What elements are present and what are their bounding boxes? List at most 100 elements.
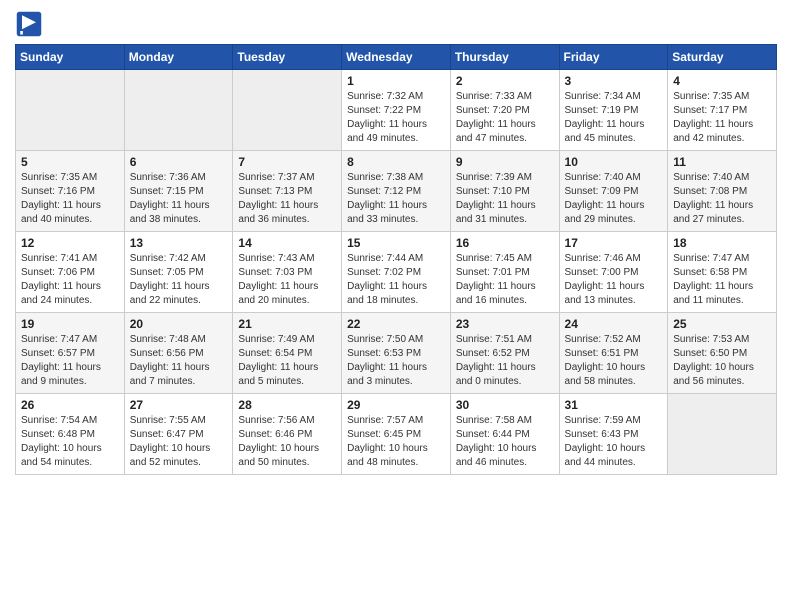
day-number: 4 — [673, 74, 771, 88]
day-number: 10 — [565, 155, 663, 169]
day-number: 24 — [565, 317, 663, 331]
weekday-header: Wednesday — [342, 45, 451, 70]
day-number: 12 — [21, 236, 119, 250]
calendar-cell: 16Sunrise: 7:45 AM Sunset: 7:01 PM Dayli… — [450, 232, 559, 313]
calendar-cell: 8 Sunrise: 7:38 AM Sunset: 7:12 PM Daylig… — [342, 151, 451, 232]
calendar-week-row: 19Sunrise: 7:47 AM Sunset: 6:57 PM Dayli… — [16, 313, 777, 394]
day-number: 21 — [238, 317, 336, 331]
day-info: Sunrise: 7:55 AM Sunset: 6:47 PM Dayligh… — [130, 414, 228, 470]
day-number: 28 — [238, 398, 336, 412]
calendar-cell — [233, 70, 342, 151]
calendar-cell: 14Sunrise: 7:43 AM Sunset: 7:03 PM Dayli… — [233, 232, 342, 313]
calendar-week-row: 1 Sunrise: 7:32 AM Sunset: 7:22 PM Daylig… — [16, 70, 777, 151]
day-info: Sunrise: 7:43 AM Sunset: 7:03 PM Dayligh… — [238, 252, 336, 308]
day-info: Sunrise: 7:38 AM Sunset: 7:12 PM Dayligh… — [347, 171, 445, 227]
day-number: 29 — [347, 398, 445, 412]
day-info: Sunrise: 7:42 AM Sunset: 7:05 PM Dayligh… — [130, 252, 228, 308]
calendar-cell: 19Sunrise: 7:47 AM Sunset: 6:57 PM Dayli… — [16, 313, 125, 394]
calendar-cell: 3 Sunrise: 7:34 AM Sunset: 7:19 PM Daylig… — [559, 70, 668, 151]
calendar-cell — [16, 70, 125, 151]
day-info: Sunrise: 7:59 AM Sunset: 6:43 PM Dayligh… — [565, 414, 663, 470]
calendar-cell: 26 Sunrise: 7:54 AM Sunset: 6:48 PM Dayli… — [16, 394, 125, 475]
calendar-cell: 6 Sunrise: 7:36 AM Sunset: 7:15 PM Daylig… — [124, 151, 233, 232]
day-info: Sunrise: 7:34 AM Sunset: 7:19 PM Dayligh… — [565, 90, 663, 146]
weekday-header: Friday — [559, 45, 668, 70]
day-number: 27 — [130, 398, 228, 412]
day-number: 2 — [456, 74, 554, 88]
calendar-cell: 25Sunrise: 7:53 AM Sunset: 6:50 PM Dayli… — [668, 313, 777, 394]
day-number: 30 — [456, 398, 554, 412]
day-info: Sunrise: 7:35 AM Sunset: 7:16 PM Dayligh… — [21, 171, 119, 227]
day-info: Sunrise: 7:39 AM Sunset: 7:10 PM Dayligh… — [456, 171, 554, 227]
calendar-week-row: 26 Sunrise: 7:54 AM Sunset: 6:48 PM Dayli… — [16, 394, 777, 475]
day-info: Sunrise: 7:53 AM Sunset: 6:50 PM Dayligh… — [673, 333, 771, 389]
calendar-cell: 5 Sunrise: 7:35 AM Sunset: 7:16 PM Daylig… — [16, 151, 125, 232]
day-number: 7 — [238, 155, 336, 169]
calendar-cell: 7 Sunrise: 7:37 AM Sunset: 7:13 PM Daylig… — [233, 151, 342, 232]
calendar-cell: 2 Sunrise: 7:33 AM Sunset: 7:20 PM Daylig… — [450, 70, 559, 151]
day-number: 5 — [21, 155, 119, 169]
calendar-cell: 24 Sunrise: 7:52 AM Sunset: 6:51 PM Dayli… — [559, 313, 668, 394]
day-info: Sunrise: 7:36 AM Sunset: 7:15 PM Dayligh… — [130, 171, 228, 227]
weekday-header: Saturday — [668, 45, 777, 70]
day-info: Sunrise: 7:58 AM Sunset: 6:44 PM Dayligh… — [456, 414, 554, 470]
day-number: 26 — [21, 398, 119, 412]
calendar-cell: 17Sunrise: 7:46 AM Sunset: 7:00 PM Dayli… — [559, 232, 668, 313]
calendar-cell: 4 Sunrise: 7:35 AM Sunset: 7:17 PM Daylig… — [668, 70, 777, 151]
calendar-week-row: 12 Sunrise: 7:41 AM Sunset: 7:06 PM Dayli… — [16, 232, 777, 313]
day-number: 17 — [565, 236, 663, 250]
calendar-cell: 1 Sunrise: 7:32 AM Sunset: 7:22 PM Daylig… — [342, 70, 451, 151]
calendar-cell: 11Sunrise: 7:40 AM Sunset: 7:08 PM Dayli… — [668, 151, 777, 232]
day-info: Sunrise: 7:48 AM Sunset: 6:56 PM Dayligh… — [130, 333, 228, 389]
calendar-cell — [668, 394, 777, 475]
day-number: 6 — [130, 155, 228, 169]
calendar-cell: 23 Sunrise: 7:51 AM Sunset: 6:52 PM Dayli… — [450, 313, 559, 394]
day-info: Sunrise: 7:52 AM Sunset: 6:51 PM Dayligh… — [565, 333, 663, 389]
day-info: Sunrise: 7:51 AM Sunset: 6:52 PM Dayligh… — [456, 333, 554, 389]
calendar-cell: 29 Sunrise: 7:57 AM Sunset: 6:45 PM Dayli… — [342, 394, 451, 475]
weekday-header: Thursday — [450, 45, 559, 70]
calendar-cell: 31 Sunrise: 7:59 AM Sunset: 6:43 PM Dayli… — [559, 394, 668, 475]
day-number: 18 — [673, 236, 771, 250]
weekday-header: Sunday — [16, 45, 125, 70]
day-number: 23 — [456, 317, 554, 331]
calendar-cell: 10 Sunrise: 7:40 AM Sunset: 7:09 PM Dayli… — [559, 151, 668, 232]
day-info: Sunrise: 7:44 AM Sunset: 7:02 PM Dayligh… — [347, 252, 445, 308]
logo-icon — [15, 10, 43, 38]
day-number: 1 — [347, 74, 445, 88]
day-info: Sunrise: 7:41 AM Sunset: 7:06 PM Dayligh… — [21, 252, 119, 308]
day-info: Sunrise: 7:54 AM Sunset: 6:48 PM Dayligh… — [21, 414, 119, 470]
day-info: Sunrise: 7:47 AM Sunset: 6:58 PM Dayligh… — [673, 252, 771, 308]
day-info: Sunrise: 7:45 AM Sunset: 7:01 PM Dayligh… — [456, 252, 554, 308]
calendar-cell: 28Sunrise: 7:56 AM Sunset: 6:46 PM Dayli… — [233, 394, 342, 475]
day-info: Sunrise: 7:50 AM Sunset: 6:53 PM Dayligh… — [347, 333, 445, 389]
day-info: Sunrise: 7:57 AM Sunset: 6:45 PM Dayligh… — [347, 414, 445, 470]
day-number: 15 — [347, 236, 445, 250]
calendar-cell: 22 Sunrise: 7:50 AM Sunset: 6:53 PM Dayli… — [342, 313, 451, 394]
calendar-week-row: 5 Sunrise: 7:35 AM Sunset: 7:16 PM Daylig… — [16, 151, 777, 232]
calendar-cell: 30 Sunrise: 7:58 AM Sunset: 6:44 PM Dayli… — [450, 394, 559, 475]
calendar-table: SundayMondayTuesdayWednesdayThursdayFrid… — [15, 44, 777, 475]
weekday-header-row: SundayMondayTuesdayWednesdayThursdayFrid… — [16, 45, 777, 70]
calendar-cell: 9 Sunrise: 7:39 AM Sunset: 7:10 PM Daylig… — [450, 151, 559, 232]
day-number: 22 — [347, 317, 445, 331]
weekday-header: Monday — [124, 45, 233, 70]
day-info: Sunrise: 7:49 AM Sunset: 6:54 PM Dayligh… — [238, 333, 336, 389]
calendar-cell: 21 Sunrise: 7:49 AM Sunset: 6:54 PM Dayli… — [233, 313, 342, 394]
day-info: Sunrise: 7:33 AM Sunset: 7:20 PM Dayligh… — [456, 90, 554, 146]
day-number: 19 — [21, 317, 119, 331]
day-number: 3 — [565, 74, 663, 88]
day-number: 8 — [347, 155, 445, 169]
calendar-cell: 12 Sunrise: 7:41 AM Sunset: 7:06 PM Dayli… — [16, 232, 125, 313]
day-number: 31 — [565, 398, 663, 412]
day-number: 11 — [673, 155, 771, 169]
day-number: 13 — [130, 236, 228, 250]
day-info: Sunrise: 7:37 AM Sunset: 7:13 PM Dayligh… — [238, 171, 336, 227]
day-info: Sunrise: 7:32 AM Sunset: 7:22 PM Dayligh… — [347, 90, 445, 146]
day-info: Sunrise: 7:35 AM Sunset: 7:17 PM Dayligh… — [673, 90, 771, 146]
calendar-cell: 13 Sunrise: 7:42 AM Sunset: 7:05 PM Dayli… — [124, 232, 233, 313]
calendar-cell: 20Sunrise: 7:48 AM Sunset: 6:56 PM Dayli… — [124, 313, 233, 394]
day-info: Sunrise: 7:40 AM Sunset: 7:09 PM Dayligh… — [565, 171, 663, 227]
calendar-cell: 27 Sunrise: 7:55 AM Sunset: 6:47 PM Dayli… — [124, 394, 233, 475]
day-number: 9 — [456, 155, 554, 169]
